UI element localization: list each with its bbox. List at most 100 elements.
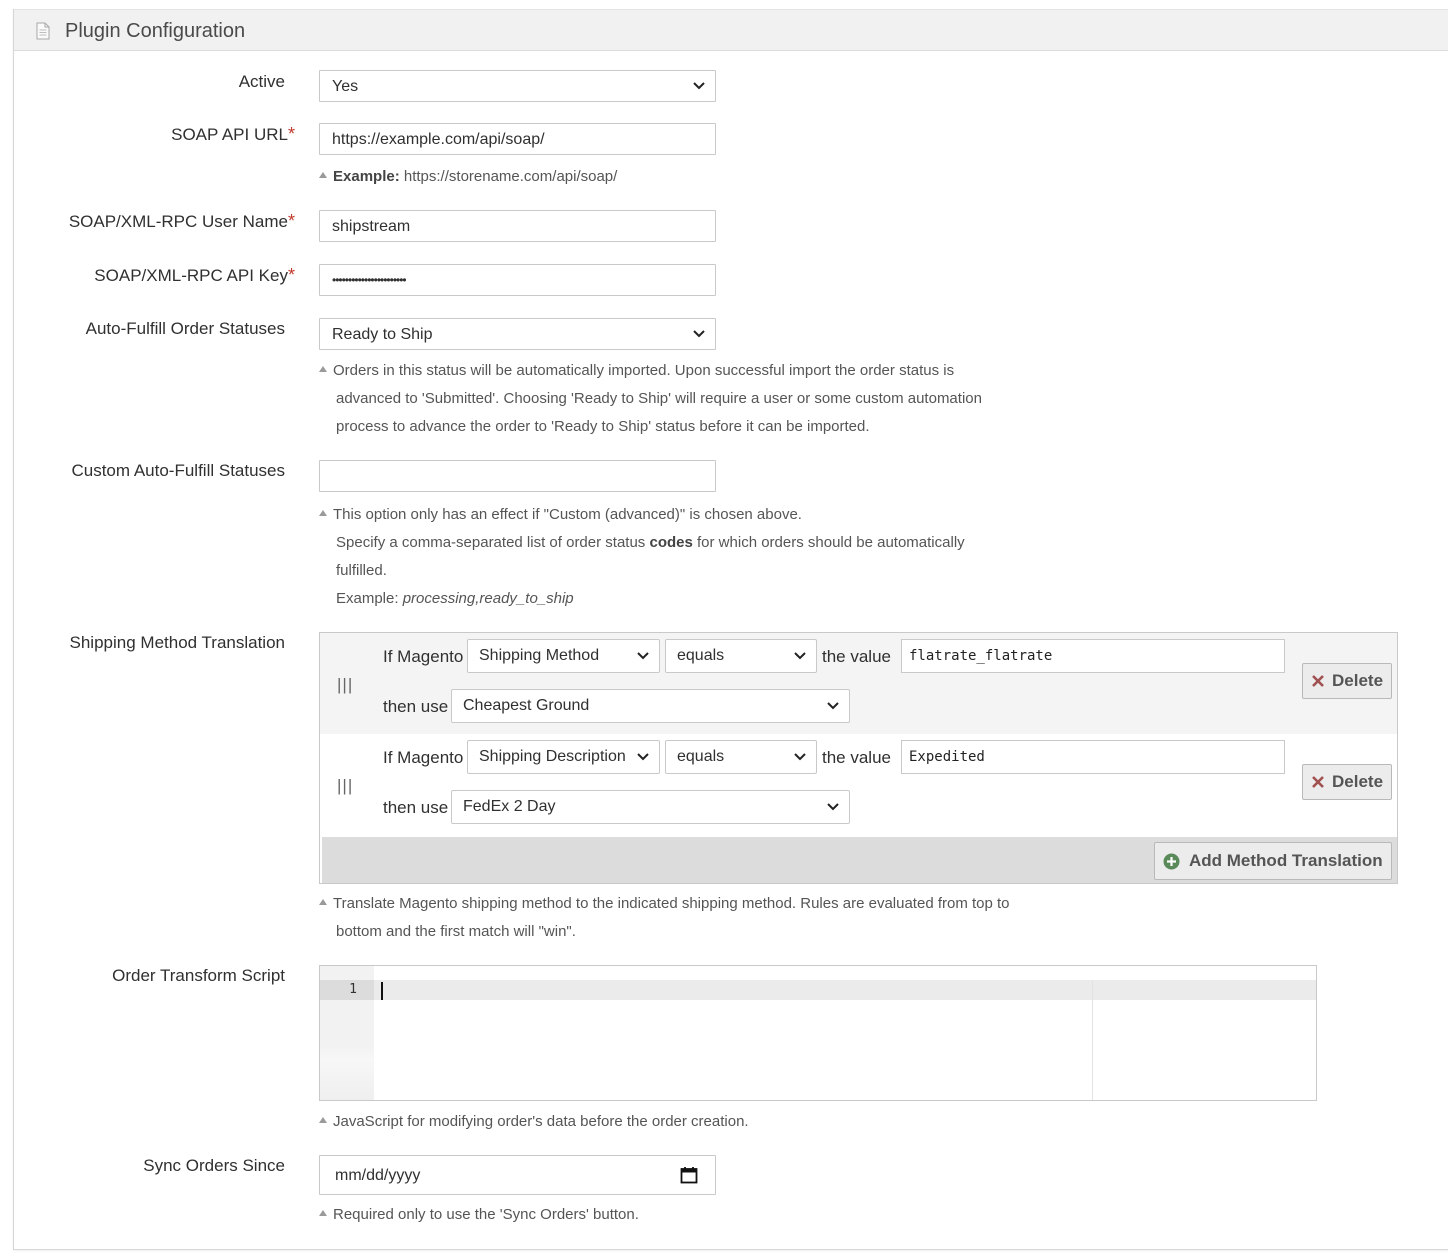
auto-fulfill-label: Auto-Fulfill Order Statuses <box>86 319 285 339</box>
user-name-label-text: SOAP/XML-RPC User Name <box>68 212 288 231</box>
active-label-text: Active <box>238 72 285 91</box>
delete-button-label: Delete <box>1332 671 1384 690</box>
sync-since-label: Sync Orders Since <box>143 1156 285 1176</box>
field-select-value: Shipping Method <box>479 647 600 664</box>
auto-fulfill-select[interactable]: Ready to Ship <box>319 318 716 350</box>
note-line: Translate Magento shipping method to the… <box>319 890 1010 918</box>
note-line: process to advance the order to 'Ready t… <box>336 418 870 435</box>
note-text: Specify a comma-separated list of order … <box>336 534 650 551</box>
field-select-value: Shipping Description <box>479 748 626 765</box>
then-use-text: then use <box>383 798 449 817</box>
note-line: Example: processing,ready_to_ship <box>319 585 965 613</box>
translation-table-footer: Add Method Translation <box>322 837 1397 883</box>
soap-url-value: https://example.com/api/soap/ <box>332 131 545 148</box>
operator-select[interactable]: equals <box>665 740 817 774</box>
document-icon <box>36 22 50 40</box>
note-line-text: Translate Magento shipping method to the… <box>333 895 1010 912</box>
custom-statuses-input[interactable] <box>319 460 716 492</box>
print-margin <box>1092 980 1093 1100</box>
note-triangle-icon <box>319 366 327 372</box>
operator-select-value: equals <box>677 748 725 765</box>
shipping-translation-note: Translate Magento shipping method to the… <box>319 890 1010 946</box>
note-line: bottom and the first match will "win". <box>336 923 576 940</box>
text-cursor <box>381 982 383 1000</box>
add-method-translation-label: Add Method Translation <box>1189 851 1383 870</box>
delete-button[interactable]: Delete <box>1302 764 1392 800</box>
method-select-value: Cheapest Ground <box>463 697 590 714</box>
note-line-text: This option only has an effect if "Custo… <box>333 506 802 523</box>
transform-script-label-text: Order Transform Script <box>112 966 285 985</box>
chevron-down-icon <box>794 753 806 761</box>
custom-statuses-label: Custom Auto-Fulfill Statuses <box>71 461 285 481</box>
drag-handle-icon[interactable]: ||| <box>337 776 353 796</box>
operator-select-value: equals <box>677 647 725 664</box>
shipping-translation-label: Shipping Method Translation <box>70 633 285 653</box>
add-method-translation-button[interactable]: Add Method Translation <box>1154 842 1392 880</box>
auto-fulfill-value: Ready to Ship <box>332 326 433 343</box>
note-line: advanced to 'Submitted'. Choosing 'Ready… <box>336 390 982 407</box>
transform-script-note: JavaScript for modifying order's data be… <box>319 1108 749 1136</box>
api-key-input[interactable]: ••••••••••••••••••••••• <box>319 264 716 296</box>
method-select-value: FedEx 2 Day <box>463 798 556 815</box>
note-line-text: Orders in this status will be automatica… <box>333 362 955 379</box>
api-key-label: SOAP/XML-RPC API Key* <box>94 265 295 286</box>
note-triangle-icon <box>319 899 327 905</box>
required-mark: * <box>287 211 295 231</box>
if-magento-text: If Magento <box>383 647 464 666</box>
method-select[interactable]: Cheapest Ground <box>451 689 850 723</box>
active-select[interactable]: Yes <box>319 70 716 102</box>
chevron-down-icon <box>637 652 649 660</box>
soap-url-label: SOAP API URL* <box>171 124 295 145</box>
code-editor[interactable]: 1 <box>319 965 1317 1101</box>
translation-row: ||| If Magento Shipping Method equals th… <box>320 633 1397 734</box>
panel-header[interactable]: Plugin Configuration <box>14 9 1448 51</box>
note-triangle-icon <box>319 510 327 516</box>
chevron-down-icon <box>794 652 806 660</box>
soap-url-note: Example: https://storename.com/api/soap/ <box>319 163 617 191</box>
match-value: flatrate_flatrate <box>909 648 1053 664</box>
note-text: https://storename.com/api/soap/ <box>403 168 618 185</box>
required-mark: * <box>287 124 295 144</box>
note-line: Orders in this status will be automatica… <box>319 357 982 385</box>
field-select[interactable]: Shipping Method <box>467 639 660 673</box>
user-name-value: shipstream <box>332 218 411 235</box>
note-line: fulfilled. <box>336 562 387 579</box>
transform-script-label: Order Transform Script <box>112 966 285 986</box>
note-bold: Example: <box>333 168 400 185</box>
chevron-down-icon <box>693 82 705 90</box>
match-value-input[interactable]: flatrate_flatrate <box>901 639 1285 673</box>
sync-since-date-input[interactable]: mm/dd/yyyy <box>319 1155 716 1195</box>
user-name-label: SOAP/XML-RPC User Name* <box>69 211 295 232</box>
chevron-down-icon <box>827 702 839 710</box>
close-icon <box>1312 776 1324 788</box>
field-select[interactable]: Shipping Description <box>467 740 660 774</box>
note-triangle-icon <box>319 1210 327 1216</box>
translation-row: ||| If Magento Shipping Description equa… <box>320 734 1397 835</box>
calendar-icon[interactable] <box>680 1166 698 1184</box>
operator-select[interactable]: equals <box>665 639 817 673</box>
drag-handle-icon[interactable]: ||| <box>337 675 353 695</box>
user-name-input[interactable]: shipstream <box>319 210 716 242</box>
soap-url-label-text: SOAP API URL <box>171 125 288 144</box>
auto-fulfill-label-text: Auto-Fulfill Order Statuses <box>85 319 285 338</box>
note-text: Example: <box>336 590 403 607</box>
the-value-text: the value <box>822 647 891 666</box>
if-magento-text: If Magento <box>383 748 464 767</box>
the-value-text: the value <box>822 748 891 767</box>
note-text: for which orders should be automatically <box>692 534 965 551</box>
active-label: Active <box>239 72 285 92</box>
shipping-translation-label-text: Shipping Method Translation <box>69 633 285 652</box>
panel-title: Plugin Configuration <box>65 20 246 42</box>
required-mark: * <box>287 265 295 285</box>
shipping-translation-table: ||| If Magento Shipping Method equals th… <box>319 632 1398 884</box>
method-select[interactable]: FedEx 2 Day <box>451 790 850 824</box>
then-use-text: then use <box>383 697 449 716</box>
custom-statuses-note: This option only has an effect if "Custo… <box>319 501 965 613</box>
note-italic: processing,ready_to_ship <box>402 590 574 607</box>
delete-button[interactable]: Delete <box>1302 663 1392 699</box>
match-value-input[interactable]: Expedited <box>901 740 1285 774</box>
active-line-highlight <box>320 980 1316 1000</box>
add-circle-icon <box>1163 853 1180 870</box>
soap-url-input[interactable]: https://example.com/api/soap/ <box>319 123 716 155</box>
sync-since-label-text: Sync Orders Since <box>143 1156 285 1175</box>
